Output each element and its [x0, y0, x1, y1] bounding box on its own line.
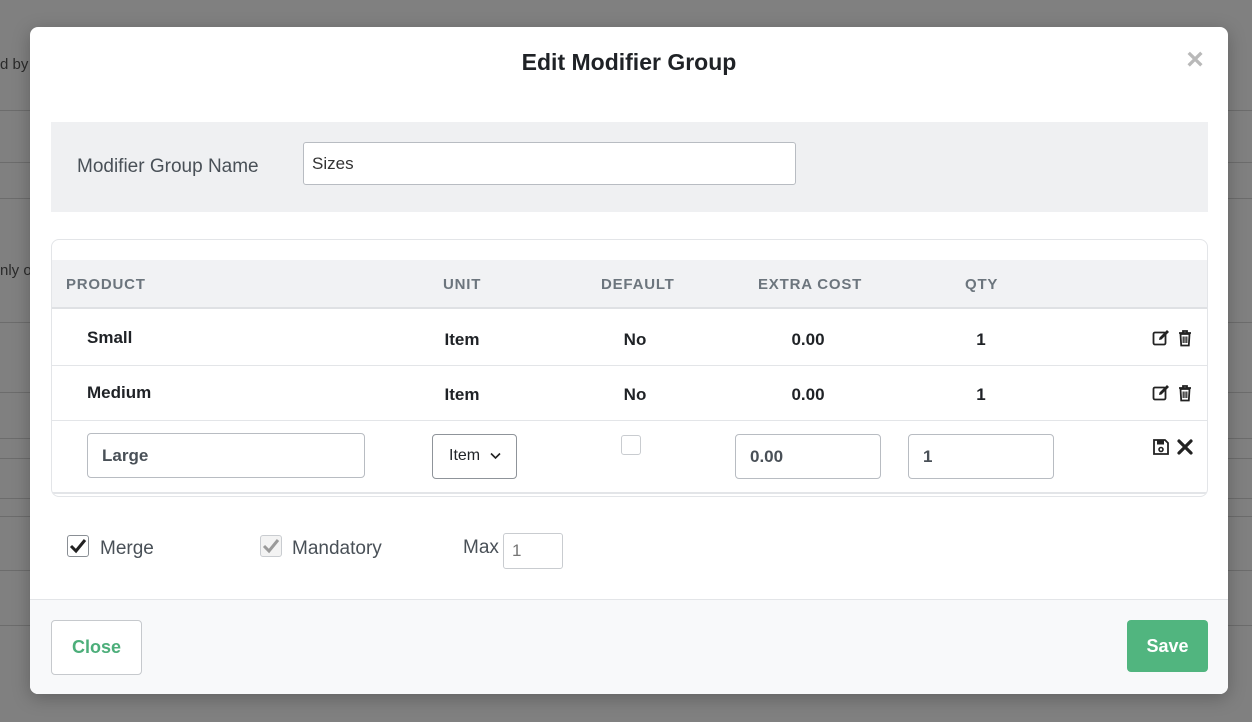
chevron-down-icon [490, 452, 501, 460]
qty-input[interactable] [908, 434, 1054, 479]
unit-select-value: Item [449, 447, 481, 464]
modifiers-table: PRODUCT UNIT DEFAULT EXTRA COST QTY Smal… [51, 239, 1208, 497]
default-cell: No [623, 330, 647, 349]
extra-cost-cell: 0.00 [791, 385, 825, 404]
group-name-section: Modifier Group Name [51, 122, 1208, 212]
checkmark-icon [262, 539, 280, 554]
table-row: Medium Item No 0.00 1 [52, 367, 1207, 421]
header-extra-cost: EXTRA COST [758, 276, 863, 293]
background-text: nly o [0, 262, 32, 279]
product-input[interactable] [87, 433, 365, 478]
unit-select[interactable]: Item [432, 434, 517, 479]
table-row: Small Item No 0.00 1 [52, 311, 1207, 366]
edit-modifier-group-modal: Edit Modifier Group × Modifier Group Nam… [30, 27, 1228, 694]
group-name-input[interactable] [303, 142, 796, 185]
mandatory-label: Mandatory [292, 538, 382, 559]
header-qty: QTY [965, 276, 999, 293]
edit-row: Item [52, 422, 1207, 494]
table-header: PRODUCT UNIT DEFAULT EXTRA COST QTY [52, 260, 1207, 309]
options-row: Merge Mandatory Max [30, 533, 1228, 573]
trash-icon[interactable] [1176, 384, 1194, 402]
unit-cell: Item [444, 385, 480, 404]
close-icon[interactable]: × [1182, 45, 1208, 75]
extra-cost-cell: 0.00 [791, 330, 825, 349]
merge-label: Merge [100, 538, 154, 559]
default-cell: No [623, 385, 647, 404]
product-cell: Medium [87, 383, 152, 402]
close-button[interactable]: Close [51, 620, 142, 675]
header-unit: UNIT [443, 276, 482, 293]
header-default: DEFAULT [601, 276, 675, 293]
header-product: PRODUCT [66, 276, 146, 293]
background-text: d by [0, 56, 29, 73]
edit-icon[interactable] [1152, 329, 1170, 347]
merge-checkbox[interactable] [67, 535, 89, 557]
modal-footer: Close Save [30, 599, 1228, 694]
extra-cost-input[interactable] [735, 434, 881, 479]
max-input [503, 533, 563, 569]
max-label: Max [463, 537, 499, 558]
modal-title: Edit Modifier Group [521, 49, 737, 75]
trash-icon[interactable] [1176, 329, 1194, 347]
unit-cell: Item [444, 330, 480, 349]
product-cell: Small [87, 328, 133, 347]
save-icon[interactable] [1152, 438, 1170, 456]
group-name-label: Modifier Group Name [77, 156, 259, 177]
default-checkbox[interactable] [621, 435, 641, 455]
mandatory-checkbox [260, 535, 282, 557]
cancel-icon[interactable] [1176, 438, 1194, 456]
qty-cell: 1 [976, 330, 986, 349]
edit-icon[interactable] [1152, 384, 1170, 402]
save-button[interactable]: Save [1127, 620, 1208, 672]
checkmark-icon [69, 539, 87, 554]
qty-cell: 1 [976, 385, 986, 404]
